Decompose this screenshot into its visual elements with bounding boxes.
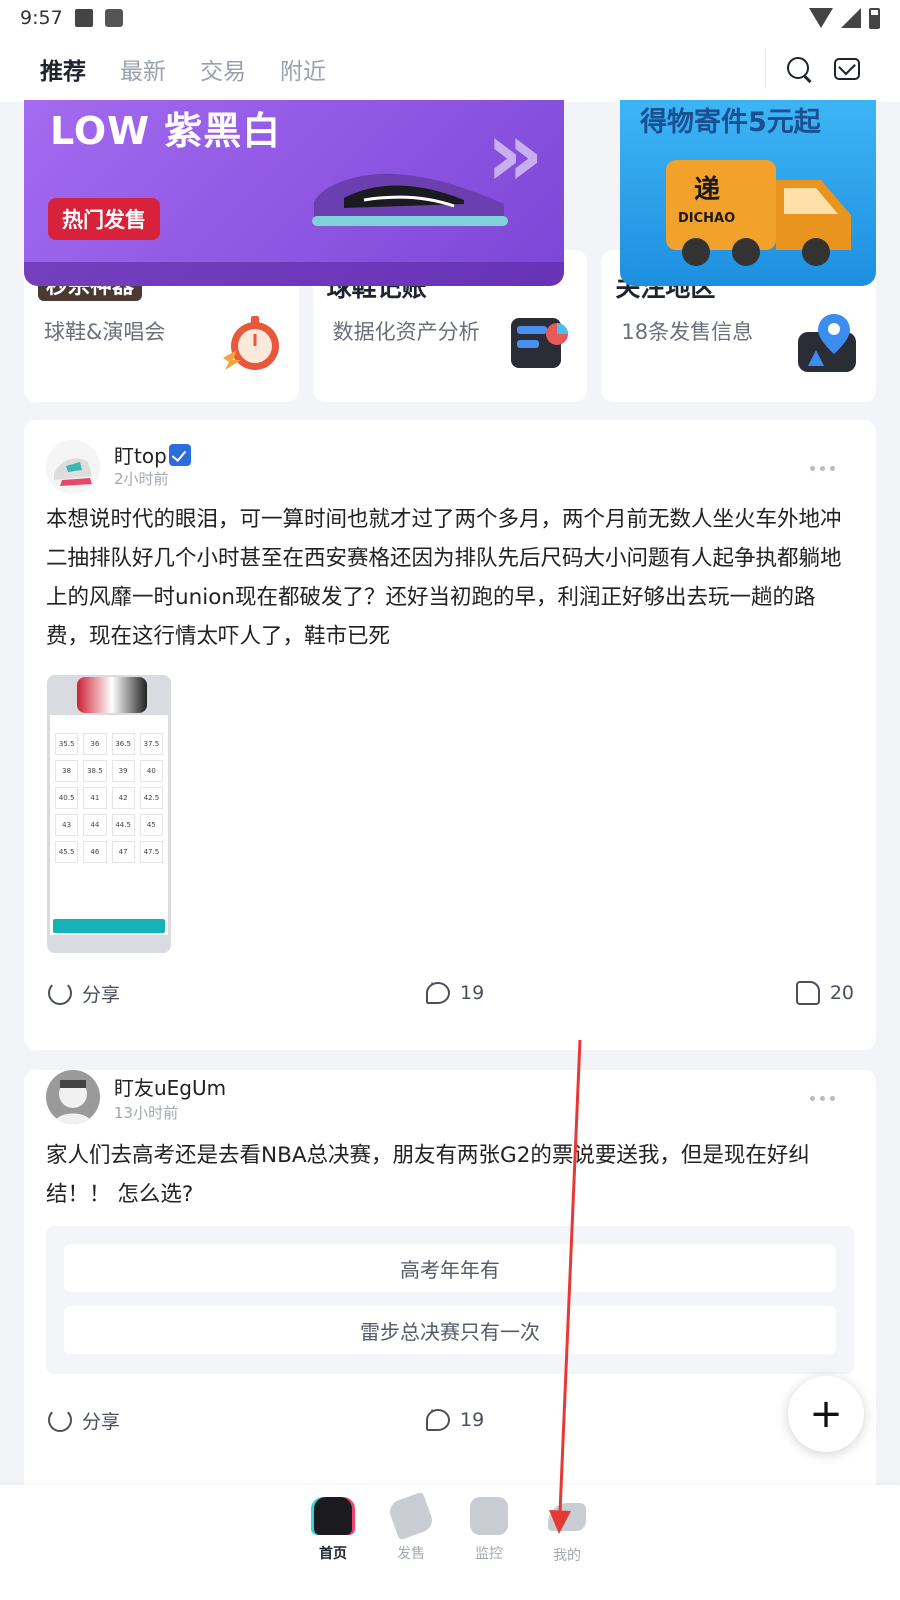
tab-nearby[interactable]: 附近 xyxy=(280,52,326,86)
monitor-icon xyxy=(470,1497,508,1535)
size-cell: 44.5 xyxy=(111,814,135,836)
post-text: 家人们去高考还是去看NBA总决赛，朋友有两张G2的票说要送我，但是现在好纠结！！… xyxy=(46,1143,810,1207)
poll-option[interactable]: 雷步总决赛只有一次 xyxy=(64,1306,836,1354)
post-time: 13小时前 xyxy=(114,1104,179,1122)
status-bar: 9:57 xyxy=(0,0,900,36)
create-post-button[interactable]: + xyxy=(788,1376,864,1452)
size-cell: 43 xyxy=(55,814,79,836)
map-pin-icon xyxy=(798,314,857,372)
thumbs-up-icon xyxy=(795,981,820,1005)
poll-option[interactable]: 高考年年有 xyxy=(64,1244,836,1292)
post-text: 本想说时代的眼泪，可一算时间也就才过了两个多月，两个月前无数人坐火车外地冲二抽排… xyxy=(46,507,842,649)
home-icon xyxy=(314,1497,352,1535)
size-cell: 40.5 xyxy=(55,787,79,809)
nav-release[interactable]: 发售 xyxy=(372,1485,450,1600)
delivery-truck-image: 递 DICHAO xyxy=(666,160,851,266)
more-options-icon[interactable] xyxy=(810,1096,840,1104)
quick-card-subtitle: 数据化资产分析 xyxy=(332,320,480,344)
share-icon xyxy=(48,981,72,1005)
size-cell: 38 xyxy=(55,760,79,782)
size-cell: 45 xyxy=(139,814,163,836)
tag-icon xyxy=(386,1491,436,1541)
size-cell: 42 xyxy=(111,787,135,809)
top-nav: 推荐 最新 交易 附近 xyxy=(0,36,900,102)
hot-release-badge: 热门发售 xyxy=(48,198,160,240)
sneaker-icon xyxy=(548,1503,586,1531)
verified-icon xyxy=(168,444,191,466)
size-cell: 44 xyxy=(83,814,107,836)
post-card[interactable]: 盯top 2小时前 本想说时代的眼泪，可一算时间也就才过了两个多月，两个月前无数… xyxy=(24,420,876,1050)
size-grid: 35.5 36 36.5 37.5 38 38.5 39 40 40.5 41 42 42.5 43 44… xyxy=(55,733,163,863)
size-cell: 47 xyxy=(111,841,135,863)
size-cell: 41 xyxy=(83,787,107,809)
avatar[interactable] xyxy=(46,1070,100,1124)
comment-button[interactable]: 19 xyxy=(426,977,484,1004)
poll: 高考年年有 雷步总决赛只有一次 xyxy=(46,1226,854,1374)
mail-icon[interactable] xyxy=(834,58,860,80)
size-cell: 37.5 xyxy=(139,733,163,755)
app-notification-icon xyxy=(104,9,123,27)
size-cell: 42.5 xyxy=(139,787,163,809)
avatar-default-image xyxy=(46,1070,100,1124)
avatar-sneaker-image xyxy=(46,440,100,494)
feed-tabs: 推荐 最新 交易 附近 xyxy=(40,52,326,86)
size-cell: 38.5 xyxy=(83,760,107,782)
comment-button[interactable]: 19 xyxy=(426,1404,484,1431)
like-button[interactable]: 20 xyxy=(795,981,854,1005)
share-button[interactable]: 分享 xyxy=(48,1407,120,1434)
banner-area: 秒杀神器 球鞋&演唱会 球鞋记账 数据化资产分析 关注地区 18条发售信息 LO… xyxy=(0,100,900,405)
truck-brand: DICHAO xyxy=(678,211,735,226)
size-cell: 47.5 xyxy=(139,841,163,863)
post-card[interactable]: 盯友uEgUm 13小时前 家人们去高考还是去看NBA总决赛，朋友有两张G2的票… xyxy=(24,1070,876,1490)
wifi-icon xyxy=(809,8,833,28)
bottom-nav: 首页 发售 监控 我的 xyxy=(0,1485,900,1600)
quick-card-subtitle: 18条发售信息 xyxy=(621,320,754,344)
comment-icon xyxy=(426,977,450,1004)
share-icon xyxy=(48,1408,72,1432)
banner-shipping[interactable]: 得物寄件5元起 递 DICHAO xyxy=(620,100,876,286)
status-time: 9:57 xyxy=(20,7,63,29)
size-cell: 35.5 xyxy=(55,733,79,755)
size-cell: 40 xyxy=(139,760,163,782)
tab-recommend[interactable]: 推荐 xyxy=(40,52,86,86)
stopwatch-icon xyxy=(222,316,279,370)
signal-icon xyxy=(841,8,861,28)
tab-latest[interactable]: 最新 xyxy=(120,52,166,86)
comment-icon xyxy=(426,1404,450,1431)
avatar[interactable] xyxy=(46,440,100,494)
post-author[interactable]: 盯友uEgUm xyxy=(114,1072,226,1101)
nav-home[interactable]: 首页 xyxy=(294,1485,372,1600)
share-button[interactable]: 分享 xyxy=(48,980,120,1007)
chart-icon xyxy=(511,318,569,368)
nav-mine[interactable]: 我的 xyxy=(528,1485,606,1600)
post-time: 2小时前 xyxy=(114,470,169,488)
quick-card-subtitle: 球鞋&演唱会 xyxy=(44,320,166,344)
post-image[interactable]: 35.5 36 36.5 37.5 38 38.5 39 40 40.5 41 42 42.5 43 44… xyxy=(47,675,171,953)
more-options-icon[interactable] xyxy=(810,466,840,474)
battery-icon xyxy=(869,7,880,29)
size-cell: 46 xyxy=(83,841,107,863)
nav-monitor[interactable]: 监控 xyxy=(450,1485,528,1600)
banner-title: 得物寄件5元起 xyxy=(640,107,821,138)
size-cell: 45.5 xyxy=(55,841,79,863)
gallery-notification-icon xyxy=(74,9,93,27)
size-cell: 36 xyxy=(83,733,107,755)
post-actions: 分享 19 xyxy=(48,1400,854,1440)
post-actions: 分享 19 20 xyxy=(48,973,854,1013)
search-icon[interactable] xyxy=(786,56,812,82)
sneaker-image xyxy=(312,173,508,226)
tab-trade[interactable]: 交易 xyxy=(200,52,246,86)
banner-title: LOW 紫黑白 xyxy=(50,109,282,153)
size-cell: 36.5 xyxy=(111,733,135,755)
post-author[interactable]: 盯top xyxy=(114,440,191,469)
banner-release[interactable]: LOW 紫黑白 » 热门发售 xyxy=(24,100,564,286)
truck-label: 递 xyxy=(694,174,720,205)
size-cell: 39 xyxy=(111,760,135,782)
